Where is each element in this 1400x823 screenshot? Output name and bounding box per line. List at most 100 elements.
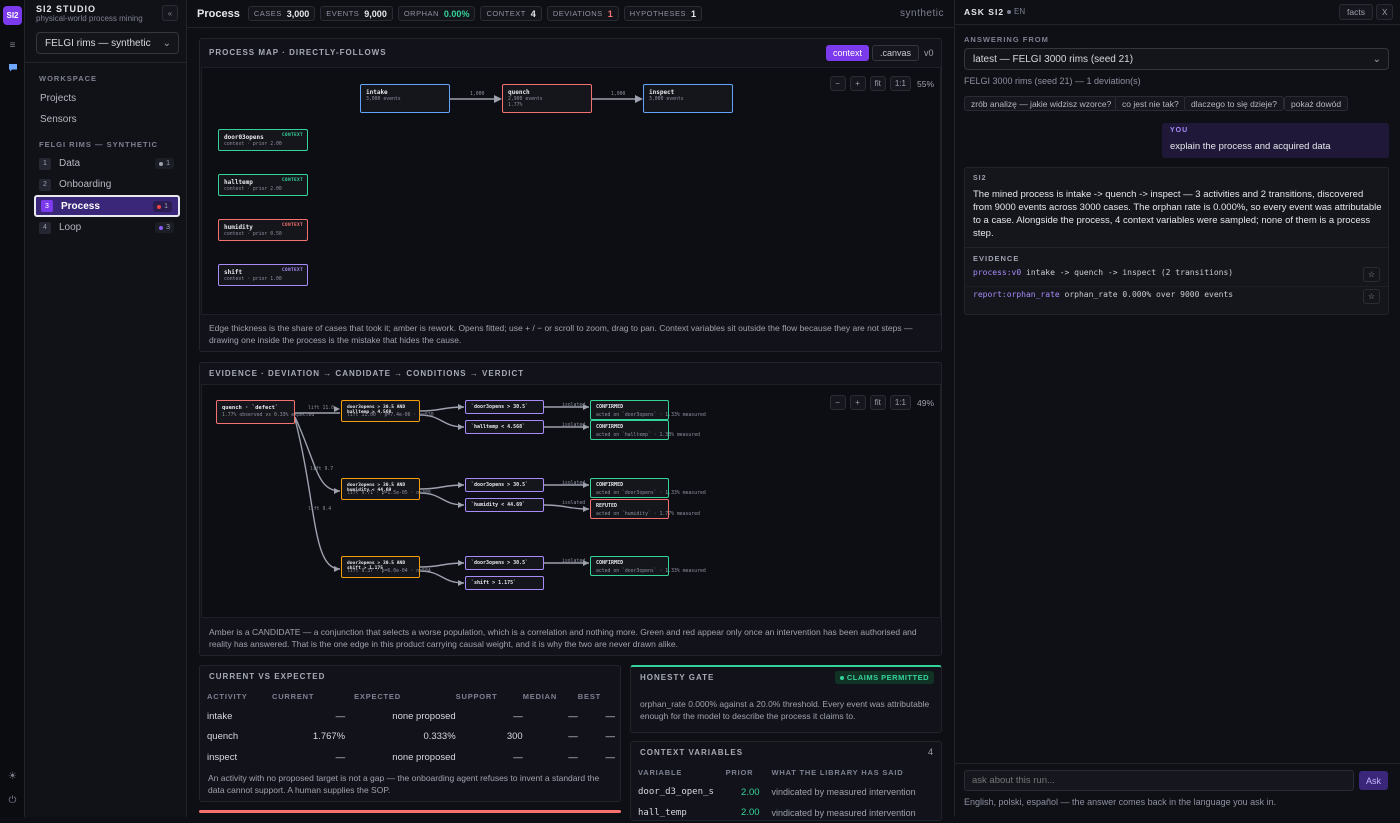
user-message-text: explain the process and acquired data	[1170, 141, 1331, 152]
candidate-node[interactable]: door3opens > 30.5 AND halltemp > 4.568li…	[341, 400, 420, 422]
power-icon[interactable]: ⏻	[0, 795, 25, 806]
nav-projects[interactable]: Projects	[40, 93, 76, 104]
claims-status-badge: CLAIMS PERMITTED	[835, 671, 934, 684]
evidence-item[interactable]: report:orphan_rate orphan_rate 0.000% ov…	[973, 290, 1233, 299]
chat-icon[interactable]	[0, 63, 25, 76]
icon-rail: SI2 ≡ ☀ ⏻	[0, 0, 25, 817]
logo: SI2	[3, 6, 22, 25]
evidence-label: EVIDENCE	[973, 254, 1019, 263]
context-toggle-button[interactable]: context	[826, 45, 869, 61]
suggestion-chip[interactable]: zrób analizę — jakie widzisz wzorce?	[964, 96, 1118, 111]
assistant-message: SI2 The mined process is intake -> quenc…	[964, 167, 1389, 315]
ask-button[interactable]: Ask	[1359, 771, 1388, 790]
orphan-chip: ORPHAN0.00%	[398, 6, 476, 21]
table-row: hall_temp2.00vindicated by measured inte…	[638, 803, 938, 823]
suggestion-chip[interactable]: co jest nie tak?	[1115, 96, 1186, 111]
ask-input[interactable]	[964, 770, 1354, 791]
collapse-sidebar-button[interactable]: «	[162, 5, 178, 21]
next-panel-edge	[199, 810, 621, 813]
chevron-down-icon: ⌄	[163, 38, 171, 49]
step-process[interactable]: 3 Process 1	[34, 195, 180, 217]
close-icon[interactable]: X	[1376, 4, 1393, 20]
page-title: Process	[197, 8, 240, 20]
step-number: 3	[41, 200, 53, 212]
process-map-canvas[interactable]: − + fit 1:1 55% 1,000 1,000 intake3,000 …	[201, 67, 941, 315]
activity-node-quench[interactable]: quench2,900 events 1.77%	[502, 84, 592, 113]
step-label: Data	[59, 158, 80, 169]
star-icon[interactable]: ☆	[1363, 267, 1380, 282]
cases-chip: CASES3,000	[248, 6, 315, 21]
list-icon[interactable]: ≡	[0, 40, 25, 51]
run-select[interactable]: latest — FELGI 3000 rims (seed 21) ⌄	[964, 48, 1389, 70]
verdict-node-refuted[interactable]: REFUTEDacted on `humidity` · 1.77% measu…	[590, 499, 669, 519]
honesty-gate-text: orphan_rate 0.000% against a 20.0% thres…	[640, 698, 935, 722]
context-variables-count: 4	[928, 747, 933, 757]
activity-node-inspect[interactable]: inspect3,000 events	[643, 84, 733, 113]
process-map-caption: Edge thickness is the share of cases tha…	[209, 322, 934, 346]
suggestion-chip[interactable]: pokaż dowód	[1284, 96, 1348, 111]
condition-node[interactable]: `door3opens > 30.5`	[465, 556, 544, 570]
condition-node[interactable]: `door3opens > 30.5`	[465, 478, 544, 492]
table-row: intake—none proposed———	[207, 706, 615, 727]
edge-label: isolated	[562, 403, 585, 408]
edge-label: lift 9.4	[308, 507, 331, 512]
canvas-export-button[interactable]: .canvas	[872, 45, 919, 61]
candidate-node[interactable]: door3opens > 30.5 AND humidity < 44.69li…	[341, 478, 420, 500]
edge-label: isolated	[562, 559, 585, 564]
nav-sensors[interactable]: Sensors	[40, 114, 77, 125]
suggestion-chip[interactable]: dlaczego to się dzieje?	[1184, 96, 1284, 111]
user-message: YOU explain the process and acquired dat…	[1162, 123, 1389, 158]
evidence-item[interactable]: process:v0 intake -> quench -> inspect (…	[973, 268, 1233, 277]
process-map-panel: PROCESS MAP · DIRECTLY-FOLLOWS context .…	[199, 38, 942, 352]
events-chip: EVENTS9,000	[320, 6, 393, 21]
process-map-heading: PROCESS MAP · DIRECTLY-FOLLOWS	[209, 48, 387, 57]
facts-button[interactable]: facts	[1339, 4, 1373, 20]
deviation-node[interactable]: quench · `defect`1.77% observed vs 0.33%…	[216, 400, 295, 424]
context-node-shift[interactable]: CONTEXTshiftcontext · prior 1.00	[218, 264, 308, 286]
language-hint: English, polski, español — the answer co…	[964, 797, 1276, 807]
verdict-node-confirmed[interactable]: CONFIRMEDacted on `door3opens` · 1.33% m…	[590, 556, 669, 576]
chevron-down-icon: ⌄	[1373, 54, 1381, 65]
step-onboarding[interactable]: 2 Onboarding	[34, 175, 180, 194]
step-label: Process	[61, 201, 100, 212]
context-variables-table: VARIABLE PRIOR WHAT THE LIBRARY HAS SAID…	[638, 763, 938, 823]
edge-label: lift 11.0	[308, 406, 334, 411]
project-heading: FELGI RIMS — SYNTHETIC	[39, 140, 158, 149]
evidence-panel: EVIDENCE · DEVIATION → CANDIDATE → CONDI…	[199, 362, 942, 656]
honesty-gate-heading: HONESTY GATE	[640, 673, 714, 682]
cve-note: An activity with no proposed target is n…	[208, 772, 613, 796]
verdict-node-confirmed[interactable]: CONFIRMEDacted on `halltemp` · 1.33% mea…	[590, 420, 669, 440]
step-label: Onboarding	[59, 179, 111, 190]
hypotheses-chip: HYPOTHESES1	[624, 6, 702, 21]
context-node-humidity[interactable]: CONTEXThumiditycontext · prior 0.50	[218, 219, 308, 241]
table-row: door_d3_open_s2.00vindicated by measured…	[638, 782, 938, 803]
context-node-halltemp[interactable]: CONTEXThalltempcontext · prior 2.00	[218, 174, 308, 196]
candidate-node[interactable]: door3opens > 30.5 AND shift > 1.175lift …	[341, 556, 420, 578]
context-variables-heading: CONTEXT VARIABLES	[640, 748, 743, 757]
edge-label: 1,000	[470, 92, 484, 97]
table-row: quench1.767%0.333%300——	[207, 727, 615, 748]
verdict-node-confirmed[interactable]: CONFIRMEDacted on `door3opens` · 1.33% m…	[590, 478, 669, 498]
evidence-caption: Amber is a CANDIDATE — a conjunction tha…	[209, 626, 934, 650]
dataset-select[interactable]: FELGI rims — synthetic ⌄	[36, 32, 179, 54]
context-variables-panel: CONTEXT VARIABLES 4 VARIABLE PRIOR WHAT …	[630, 741, 942, 821]
verdict-node-confirmed[interactable]: CONFIRMEDacted on `door3opens` · 1.33% m…	[590, 400, 669, 420]
step-data[interactable]: 1 Data 1	[34, 154, 180, 173]
user-label: YOU	[1170, 127, 1188, 134]
dataset-select-value: FELGI rims — synthetic	[45, 38, 151, 49]
condition-node[interactable]: `humidity < 44.69`	[465, 498, 544, 512]
star-icon[interactable]: ☆	[1363, 289, 1380, 304]
step-loop[interactable]: 4 Loop 3	[34, 218, 180, 237]
evidence-canvas[interactable]: − + fit 1:1 49%	[201, 384, 941, 618]
cve-heading: CURRENT VS EXPECTED	[209, 672, 325, 681]
condition-node[interactable]: `door3opens > 30.5`	[465, 400, 544, 414]
context-node-door3opens[interactable]: CONTEXTdoor03openscontext · prior 2.00	[218, 129, 308, 151]
ask-heading: ASK SI2	[964, 7, 1004, 17]
ask-panel: ASK SI2 EN facts X ANSWERING FROM latest…	[954, 0, 1400, 817]
top-bar: Process CASES3,000 EVENTS9,000 ORPHAN0.0…	[187, 0, 954, 28]
condition-node[interactable]: `halltemp < 4.568`	[465, 420, 544, 434]
condition-node[interactable]: `shift > 1.175`	[465, 576, 544, 590]
version-label: v0	[920, 45, 938, 61]
sun-icon[interactable]: ☀	[0, 771, 25, 782]
activity-node-intake[interactable]: intake3,000 events	[360, 84, 450, 113]
